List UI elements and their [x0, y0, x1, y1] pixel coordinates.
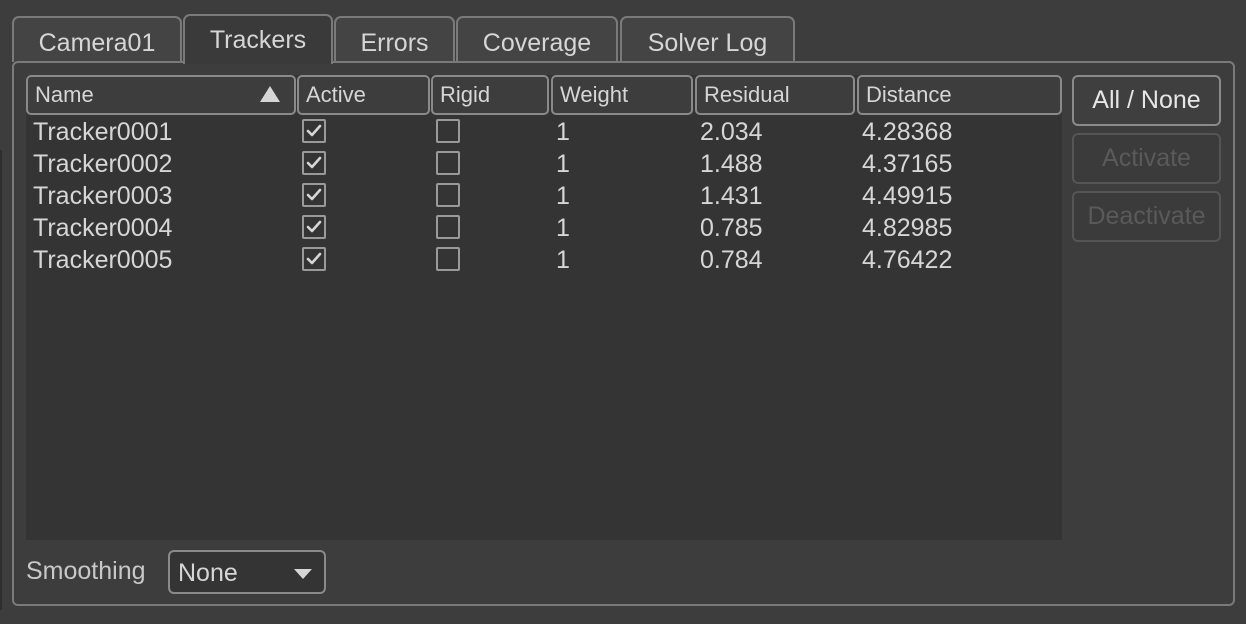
residual-cell: 0.785 [700, 214, 763, 242]
column-header-label: Rigid [440, 82, 491, 107]
button-label: Deactivate [1087, 202, 1206, 230]
tab-errors[interactable]: Errors [334, 16, 455, 62]
table-row[interactable]: Tracker0003 1 1.431 4.49915 [26, 180, 1062, 212]
checkmark-icon [306, 252, 322, 265]
table-row[interactable]: Tracker0002 1 1.488 4.37165 [26, 148, 1062, 180]
tab-coverage[interactable]: Coverage [456, 16, 618, 62]
tab-solver-log[interactable]: Solver Log [620, 16, 795, 62]
distance-cell: 4.28368 [862, 118, 953, 146]
active-checkbox[interactable] [302, 247, 326, 271]
column-header-residual[interactable]: Residual [695, 75, 855, 115]
button-label: All / None [1092, 86, 1201, 114]
residual-cell: 2.034 [700, 118, 763, 146]
residual-cell: 0.784 [700, 246, 763, 274]
distance-cell: 4.37165 [862, 150, 953, 178]
column-header-weight[interactable]: Weight [551, 75, 693, 115]
weight-cell: 1 [556, 182, 570, 210]
column-header-label: Residual [704, 82, 790, 107]
column-header-name[interactable]: Name [26, 75, 296, 115]
tracker-name-cell: Tracker0005 [33, 246, 173, 274]
column-header-label: Name [35, 82, 94, 107]
button-label: Activate [1102, 144, 1191, 172]
tracker-name-cell: Tracker0002 [33, 150, 173, 178]
column-header-label: Distance [866, 82, 952, 107]
column-header-label: Active [306, 82, 366, 107]
tracker-name-cell: Tracker0001 [33, 118, 173, 146]
all-none-button[interactable]: All / None [1072, 75, 1221, 126]
tab-label: Errors [360, 28, 429, 57]
table-row[interactable]: Tracker0001 1 2.034 4.28368 [26, 116, 1062, 148]
trackers-table[interactable]: Name Active Rigid Weight Residual Distan… [26, 75, 1062, 540]
chevron-down-icon [294, 569, 312, 579]
table-row[interactable]: Tracker0005 1 0.784 4.76422 [26, 244, 1062, 276]
tracker-name-cell: Tracker0003 [33, 182, 173, 210]
active-checkbox[interactable] [302, 119, 326, 143]
tab-label: Trackers [209, 25, 307, 54]
weight-cell: 1 [556, 214, 570, 242]
residual-cell: 1.488 [700, 150, 763, 178]
checkmark-icon [306, 156, 322, 169]
column-header-rigid[interactable]: Rigid [431, 75, 549, 115]
rigid-checkbox[interactable] [436, 151, 460, 175]
rigid-checkbox[interactable] [436, 183, 460, 207]
smoothing-label: Smoothing [26, 557, 146, 585]
rigid-checkbox[interactable] [436, 247, 460, 271]
column-header-active[interactable]: Active [297, 75, 430, 115]
active-checkbox[interactable] [302, 183, 326, 207]
active-checkbox[interactable] [302, 151, 326, 175]
distance-cell: 4.82985 [862, 214, 953, 242]
tracker-name-cell: Tracker0004 [33, 214, 173, 242]
checkmark-icon [306, 124, 322, 137]
checkmark-icon [306, 188, 322, 201]
table-row[interactable]: Tracker0004 1 0.785 4.82985 [26, 212, 1062, 244]
weight-cell: 1 [556, 246, 570, 274]
tab-label: Camera01 [38, 28, 156, 57]
tab-label: Solver Log [647, 28, 768, 57]
residual-cell: 1.431 [700, 182, 763, 210]
tab-label: Coverage [482, 28, 592, 57]
weight-cell: 1 [556, 150, 570, 178]
smoothing-select[interactable]: None [168, 550, 326, 594]
distance-cell: 4.49915 [862, 182, 953, 210]
column-header-distance[interactable]: Distance [857, 75, 1062, 115]
smoothing-value: None [178, 559, 238, 587]
distance-cell: 4.76422 [862, 246, 953, 274]
activate-button[interactable]: Activate [1072, 133, 1221, 184]
weight-cell: 1 [556, 118, 570, 146]
checkmark-icon [306, 220, 322, 233]
rigid-checkbox[interactable] [436, 215, 460, 239]
active-checkbox[interactable] [302, 215, 326, 239]
sort-ascending-icon [260, 86, 280, 102]
window-edge [0, 150, 2, 610]
tab-camera01[interactable]: Camera01 [12, 16, 182, 62]
tab-trackers[interactable]: Trackers [183, 14, 333, 64]
rigid-checkbox[interactable] [436, 119, 460, 143]
deactivate-button[interactable]: Deactivate [1072, 191, 1221, 242]
column-header-label: Weight [560, 82, 629, 107]
